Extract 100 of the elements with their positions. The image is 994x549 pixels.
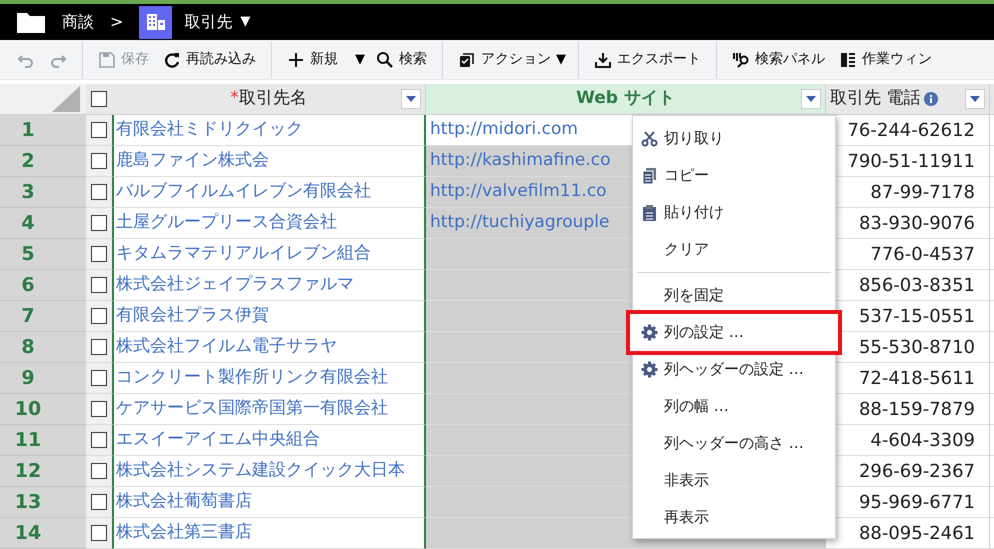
plus-icon <box>287 50 305 68</box>
column-header[interactable]: 取引先 電話 <box>826 84 990 114</box>
menu-item[interactable]: 列を固定 <box>633 277 835 314</box>
breadcrumb-link[interactable]: 商談 <box>62 10 94 34</box>
breadcrumb-current[interactable]: 取引先 <box>184 10 232 34</box>
row-checkbox[interactable] <box>91 277 107 293</box>
scissors-icon <box>641 130 658 147</box>
table-cell-text: キタムラマテリアルイレブン組合 <box>116 242 371 266</box>
row-number: 8 <box>0 332 86 363</box>
gear-icon <box>641 324 658 341</box>
table-cell-text: 有限会社プラス伊賀 <box>116 304 269 328</box>
copy-icon <box>641 167 658 184</box>
table-cell-text: 95-969-6771 <box>858 490 975 514</box>
table-cell-text: コンクリート製作所リンク有限会社 <box>116 366 388 390</box>
row-number: 4 <box>0 208 86 239</box>
row-number: 5 <box>0 239 86 270</box>
caret-icon <box>970 96 980 102</box>
checkbox-stack-icon <box>458 50 476 68</box>
table-cell-text: 鹿島ファイン株式会 <box>116 149 269 172</box>
select-all-checkbox[interactable] <box>91 91 107 107</box>
row-number: 3 <box>0 177 86 208</box>
table-cell-text: 株式会社システム建設クイック大日本 <box>116 459 405 482</box>
work-button[interactable]: 作業ウィン <box>832 44 939 76</box>
table-cell-text: 88-159-7879 <box>858 398 975 422</box>
menu-item[interactable]: 非表示 <box>633 462 835 499</box>
menu-item[interactable]: 再表示 <box>633 499 835 536</box>
folder-icon <box>16 10 46 34</box>
clipboard-icon <box>641 204 658 221</box>
row-number: 12 <box>0 456 86 487</box>
table-cell-text: 537-15-0551 <box>858 304 975 328</box>
search-panel-icon <box>732 50 750 68</box>
caret-icon <box>406 96 416 102</box>
row-checkbox[interactable] <box>91 184 107 200</box>
column-header[interactable]: Web サイト <box>426 84 826 114</box>
caret-icon[interactable]: ▼ <box>240 12 250 32</box>
column-header[interactable]: *取引先名 <box>112 84 426 114</box>
table-cell-text: 776-0-4537 <box>870 242 975 266</box>
column-menu-button[interactable] <box>401 89 421 109</box>
row-checkbox[interactable] <box>91 246 107 262</box>
table-cell-text: ケアサービス国際帝国第一有限会社 <box>116 397 388 420</box>
row-number: 2 <box>0 146 86 177</box>
caret-icon <box>806 96 816 102</box>
table-cell-text: 87-99-7178 <box>870 180 975 204</box>
row-checkbox[interactable] <box>91 339 107 355</box>
row-number: 13 <box>0 487 86 518</box>
row-checkbox[interactable] <box>91 215 107 231</box>
dropdown-caret[interactable]: ▼ <box>552 50 570 70</box>
save-icon <box>98 50 116 68</box>
row-checkbox[interactable] <box>91 401 107 417</box>
row-number: 14 <box>0 518 86 549</box>
search-icon <box>376 50 394 68</box>
table-cell-text: 株式会社第三書店 <box>116 521 252 544</box>
row-number: 6 <box>0 270 86 301</box>
table-cell-text: 72-418-5611 <box>858 366 975 390</box>
row-checkbox[interactable] <box>91 525 107 541</box>
table-cell-text: 55-530-8710 <box>858 336 975 360</box>
corner-triangle-icon <box>52 86 80 112</box>
column-menu-button[interactable] <box>801 89 821 109</box>
search-button[interactable]: 検索 <box>369 44 434 76</box>
row-checkbox[interactable] <box>91 432 107 448</box>
table-cell-text: 4-604-3309 <box>870 428 975 452</box>
row-number: 11 <box>0 425 86 456</box>
row-number: 7 <box>0 301 86 332</box>
table-cell-text: 296-69-2367 <box>858 460 975 484</box>
table-cell-text: 株式会社フイルム電子サラヤ <box>116 335 337 358</box>
gear-icon <box>641 361 658 378</box>
panel-layout-icon <box>839 50 857 68</box>
row-checkbox[interactable] <box>91 122 107 138</box>
menu-item[interactable]: 列ヘッダーの高さ … <box>633 425 835 462</box>
table-cell-text: 790-51-11911 <box>847 150 975 174</box>
table-cell-text: 株式会社ジェイプラスファルマ <box>116 273 354 296</box>
row-number: 1 <box>0 115 86 146</box>
column-menu-button[interactable] <box>965 89 985 109</box>
menu-item[interactable]: 列の幅 … <box>633 388 835 425</box>
table-cell-text: 856-03-8351 <box>858 274 975 298</box>
dropdown-caret[interactable]: ▼ <box>351 50 369 70</box>
building-icon <box>146 13 166 31</box>
breadcrumb-separator: > <box>110 11 124 33</box>
row-number: 10 <box>0 394 86 425</box>
table-cell-text: 88-095-2461 <box>858 522 975 546</box>
menu-item[interactable]: 列の設定 … <box>630 314 838 351</box>
table-cell-text: 76-244-62612 <box>847 118 975 142</box>
reload-button[interactable]: 再読み込み <box>156 44 263 76</box>
menu-item[interactable]: 列ヘッダーの設定 … <box>633 351 835 388</box>
table-cell-text: 株式会社葡萄書店 <box>116 490 252 514</box>
table-cell-text: 有限会社ミドリクイック <box>116 118 303 142</box>
row-checkbox[interactable] <box>91 370 107 386</box>
download-icon <box>594 50 612 68</box>
reload-icon <box>163 50 181 68</box>
table-cell-text: エスイーアイエム中央組合 <box>116 428 320 452</box>
row-checkbox[interactable] <box>91 308 107 324</box>
new-button[interactable]: 新規 <box>280 44 345 76</box>
row-checkbox[interactable] <box>91 463 107 479</box>
row-number: 9 <box>0 363 86 394</box>
row-checkbox[interactable] <box>91 494 107 510</box>
panel-button[interactable]: 検索パネル <box>725 44 832 76</box>
table-cell-text: 土屋グループリース合資会社 <box>116 211 337 234</box>
table-cell-text: バルブフイルムイレブン有限会社 <box>116 180 371 204</box>
export-button[interactable]: エクスポート <box>587 44 708 76</box>
row-checkbox[interactable] <box>91 153 107 169</box>
